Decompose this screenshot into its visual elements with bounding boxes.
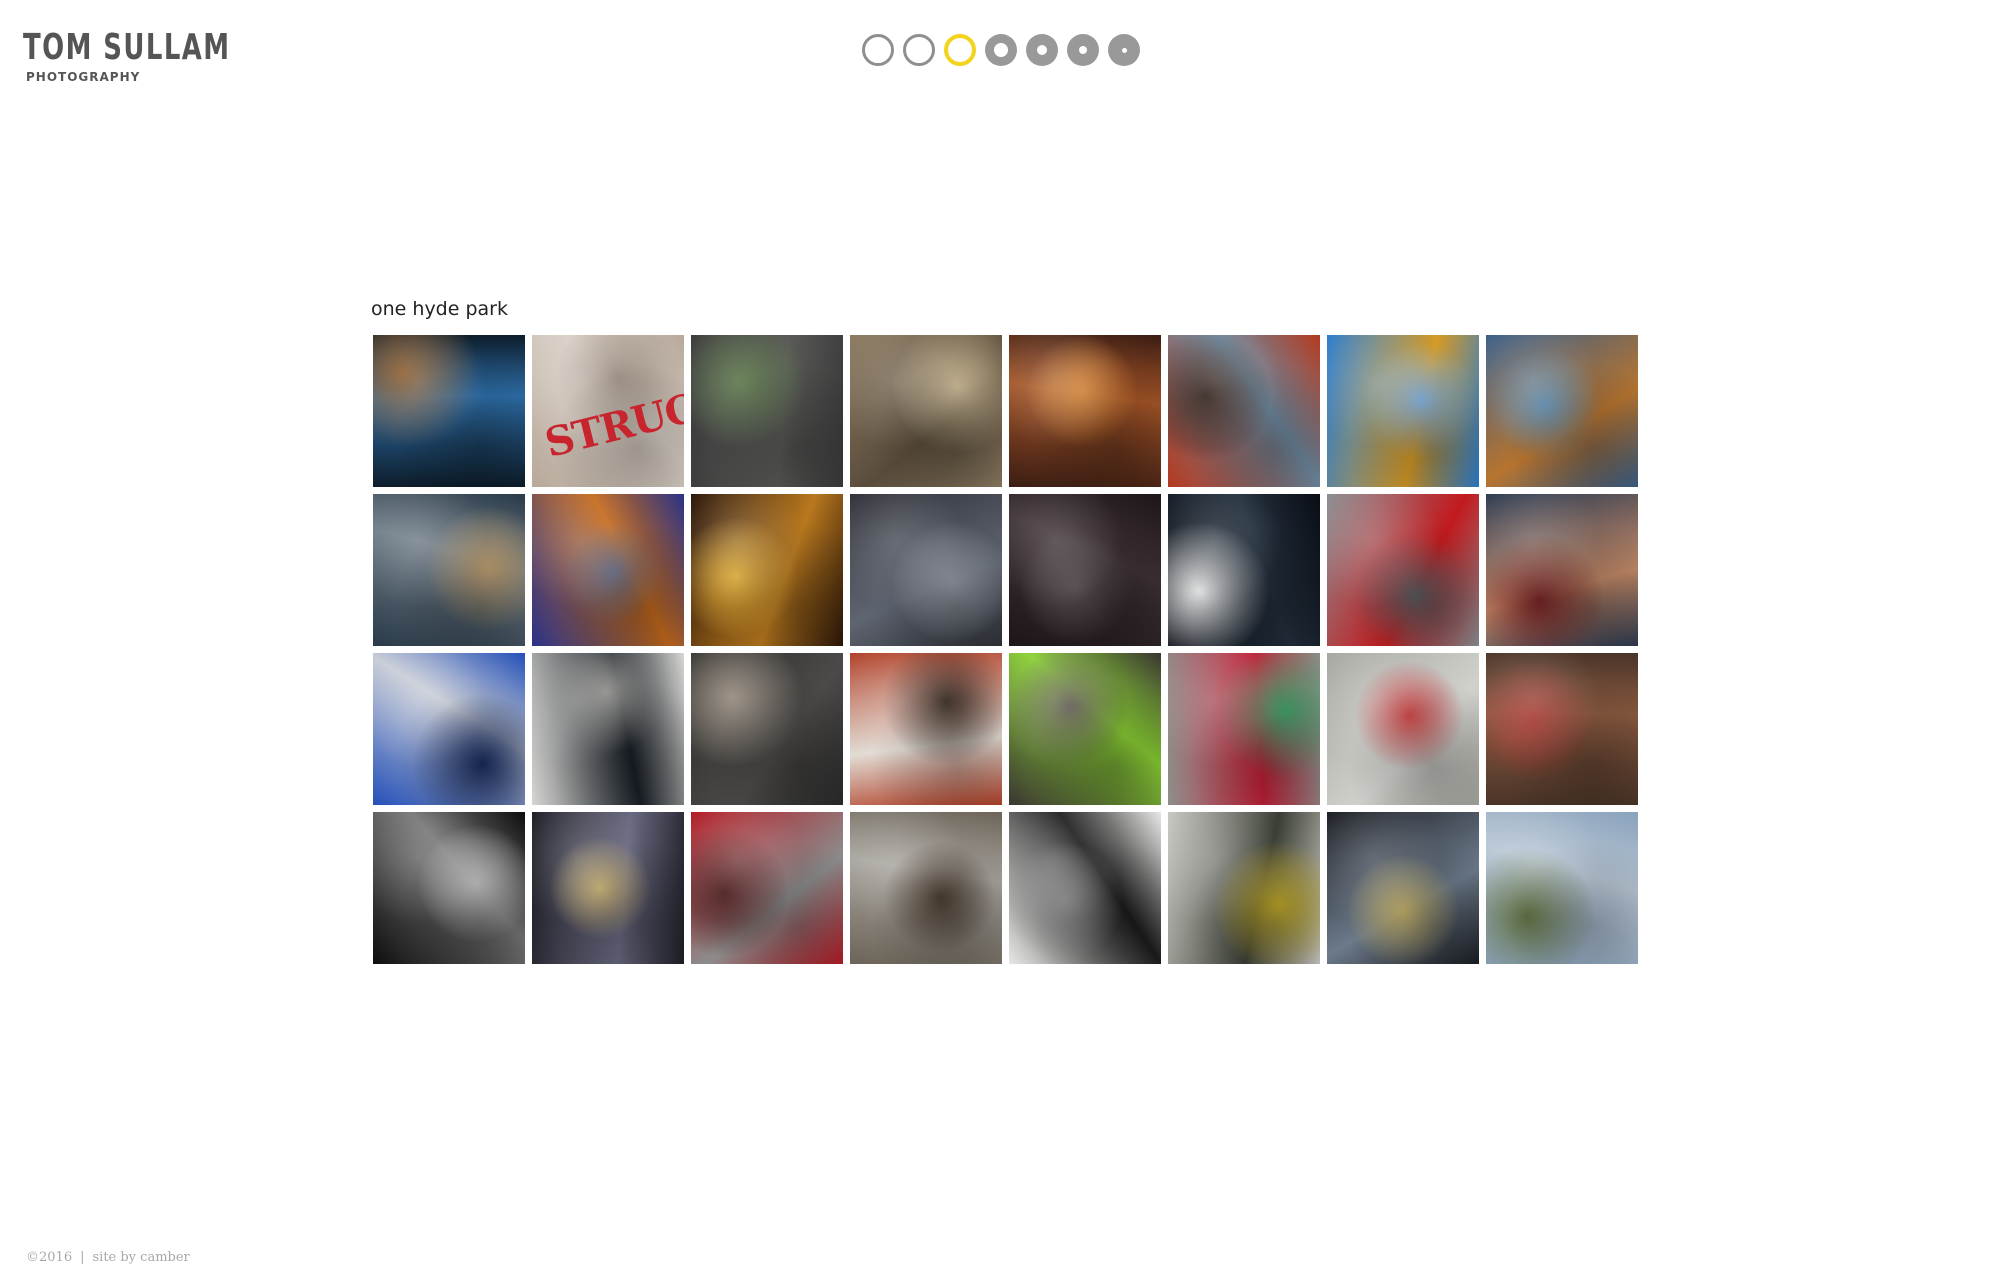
gallery-title: one hyde park bbox=[371, 298, 508, 320]
gallery-thumbnail[interactable] bbox=[1168, 335, 1320, 487]
gallery-nav-dot[interactable] bbox=[985, 34, 1017, 66]
gallery-thumbnail[interactable] bbox=[1009, 812, 1161, 964]
gallery-thumbnail[interactable] bbox=[1168, 494, 1320, 646]
gallery-thumbnail[interactable] bbox=[532, 812, 684, 964]
gallery-thumbnail[interactable] bbox=[1486, 335, 1638, 487]
gallery-thumbnail[interactable] bbox=[1486, 494, 1638, 646]
gallery-nav-dot[interactable] bbox=[1108, 34, 1140, 66]
copyright-text: ©2016 bbox=[26, 1250, 73, 1265]
gallery-thumbnail[interactable] bbox=[1486, 653, 1638, 805]
logo-name: TOM SULLAM bbox=[23, 27, 231, 68]
gallery-circle-nav bbox=[862, 34, 1140, 66]
gallery-nav-dot[interactable] bbox=[862, 34, 894, 66]
gallery-thumbnail[interactable] bbox=[532, 653, 684, 805]
gallery-thumbnail[interactable] bbox=[1327, 335, 1479, 487]
gallery-thumbnail[interactable] bbox=[373, 653, 525, 805]
gallery-thumbnail[interactable] bbox=[373, 494, 525, 646]
nav-dot-center bbox=[1121, 47, 1127, 53]
gallery-thumbnail[interactable] bbox=[373, 812, 525, 964]
nav-dot-center bbox=[994, 43, 1008, 57]
gallery-thumbnail[interactable] bbox=[691, 494, 843, 646]
gallery-thumbnail[interactable] bbox=[1009, 653, 1161, 805]
footer: ©2016 | site by camber bbox=[26, 1250, 190, 1265]
gallery-thumbnail[interactable] bbox=[1168, 812, 1320, 964]
footer-separator: | bbox=[80, 1250, 85, 1265]
gallery-thumbnail[interactable] bbox=[373, 335, 525, 487]
gallery-nav-dot[interactable] bbox=[1067, 34, 1099, 66]
gallery-thumbnail[interactable] bbox=[1168, 653, 1320, 805]
gallery-nav-dot[interactable] bbox=[1026, 34, 1058, 66]
nav-dot-center bbox=[1079, 46, 1087, 54]
gallery-thumbnail[interactable] bbox=[691, 335, 843, 487]
gallery-thumbnail[interactable] bbox=[850, 653, 1002, 805]
nav-dot-center bbox=[1037, 45, 1047, 55]
gallery-thumbnail[interactable] bbox=[1009, 494, 1161, 646]
gallery-nav-dot[interactable] bbox=[944, 34, 976, 66]
gallery-thumbnail[interactable] bbox=[1327, 494, 1479, 646]
gallery-thumbnail[interactable] bbox=[850, 335, 1002, 487]
gallery-thumbnail[interactable] bbox=[1327, 812, 1479, 964]
gallery-thumbnail[interactable] bbox=[691, 812, 843, 964]
credit-link[interactable]: site by camber bbox=[92, 1250, 189, 1265]
thumbnail-stencil-text: STRUCTURA bbox=[540, 354, 684, 467]
gallery-thumbnail[interactable] bbox=[1486, 812, 1638, 964]
gallery-thumbnail[interactable] bbox=[532, 494, 684, 646]
gallery-thumbnail[interactable] bbox=[691, 653, 843, 805]
gallery-thumbnail[interactable] bbox=[850, 812, 1002, 964]
gallery-thumbnail[interactable] bbox=[850, 494, 1002, 646]
logo-subtitle: PHOTOGRAPHY bbox=[26, 70, 141, 84]
gallery-thumbnail[interactable]: STRUCTURA bbox=[532, 335, 684, 487]
site-logo[interactable]: TOM SULLAM PHOTOGRAPHY bbox=[23, 27, 311, 85]
thumbnail-grid: STRUCTURA bbox=[373, 335, 1638, 964]
gallery-nav-dot[interactable] bbox=[903, 34, 935, 66]
gallery-thumbnail[interactable] bbox=[1327, 653, 1479, 805]
gallery-thumbnail[interactable] bbox=[1009, 335, 1161, 487]
